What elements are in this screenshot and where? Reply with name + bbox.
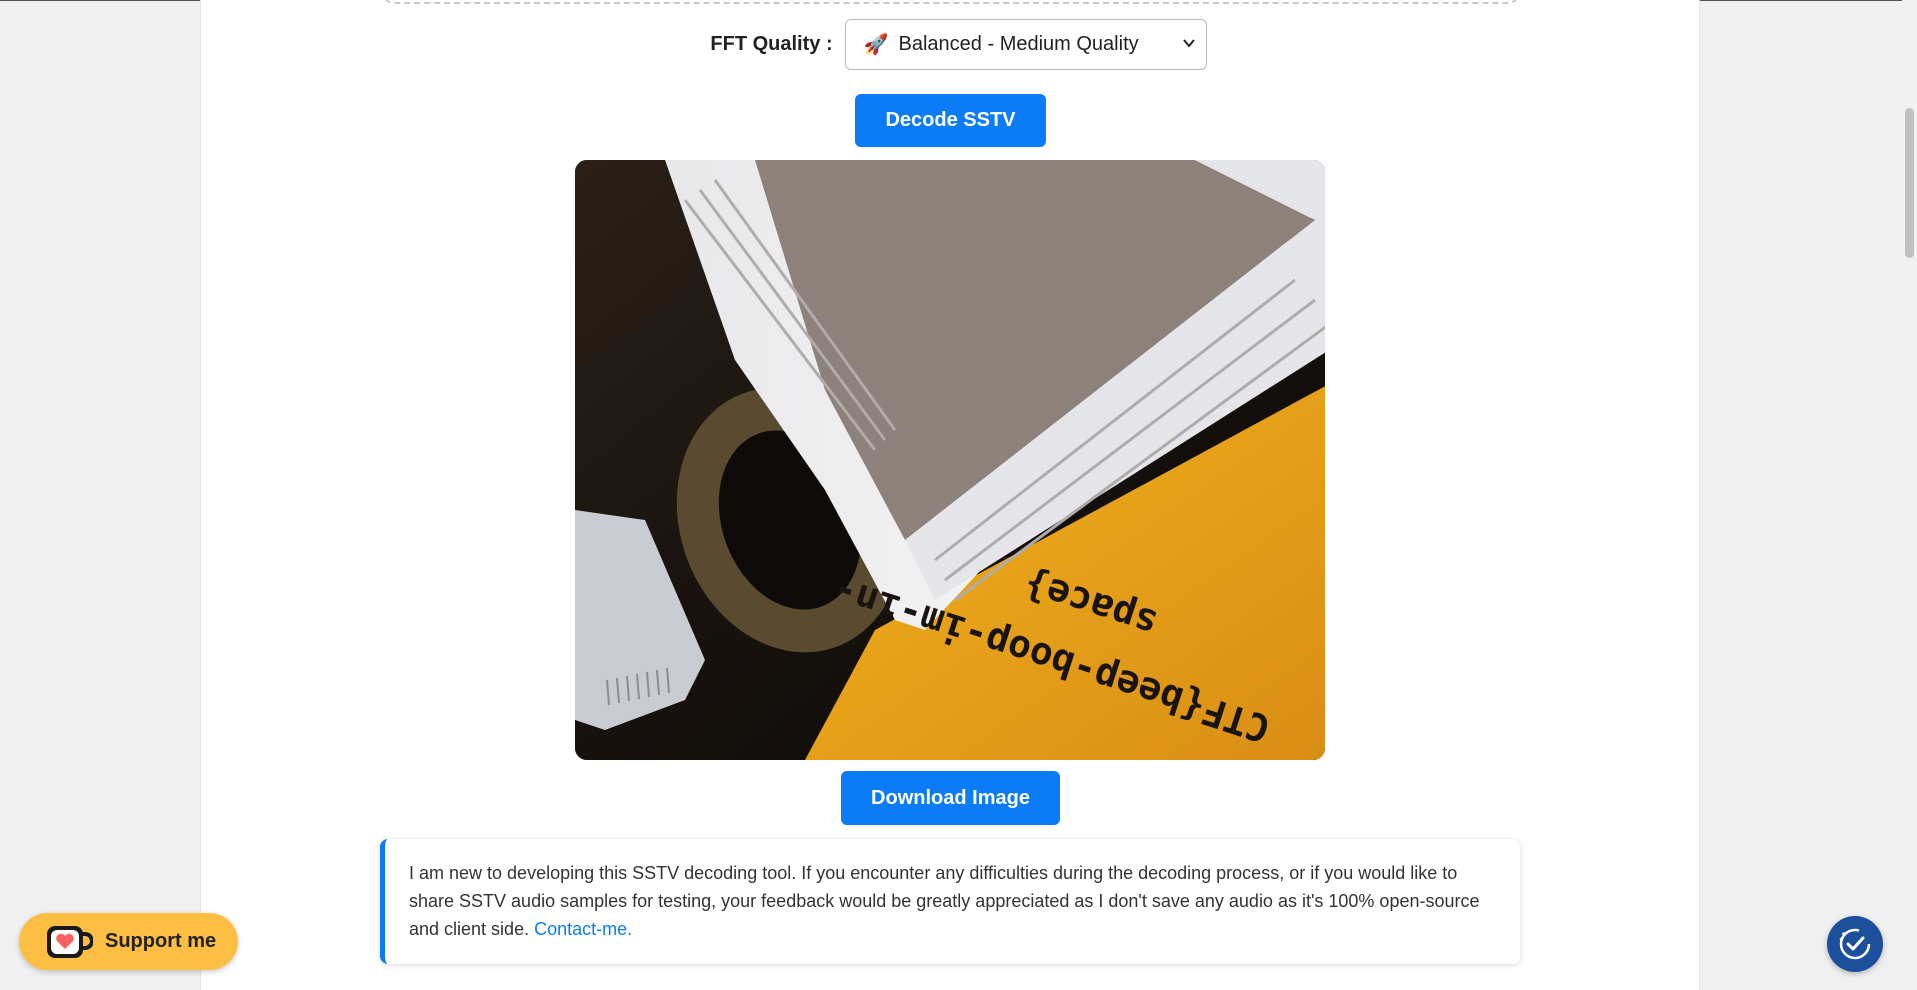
developer-note: I am new to developing this SSTV decodin… (380, 839, 1520, 964)
decode-sstv-button[interactable]: Decode SSTV (855, 94, 1046, 147)
fft-quality-select[interactable]: 🚀 Balanced - Medium Quality (844, 18, 1207, 70)
upload-dropzone[interactable] (382, 0, 1520, 4)
page-scrollbar[interactable] (1902, 0, 1917, 990)
fft-quality-selected-value: Balanced - Medium Quality (898, 32, 1139, 55)
download-image-button[interactable]: Download Image (841, 771, 1060, 825)
ko-fi-cup-icon (47, 925, 93, 958)
decoded-sstv-image: CTF{beep-boop-im-in- space} (575, 160, 1325, 760)
accessibility-button[interactable] (1827, 916, 1883, 972)
support-me-label: Support me (105, 930, 217, 952)
fft-quality-label: FFT Quality : (710, 32, 833, 55)
rocket-icon: 🚀 (863, 33, 889, 56)
fft-quality-row: FFT Quality : 🚀 Balanced - Medium Qualit… (0, 18, 1917, 70)
accessibility-check-icon (1839, 928, 1871, 960)
scrollbar-thumb[interactable] (1905, 108, 1914, 258)
chevron-down-icon (1182, 38, 1195, 48)
contact-me-link[interactable]: Contact-me. (534, 919, 632, 939)
support-me-button[interactable]: Support me (19, 913, 238, 970)
